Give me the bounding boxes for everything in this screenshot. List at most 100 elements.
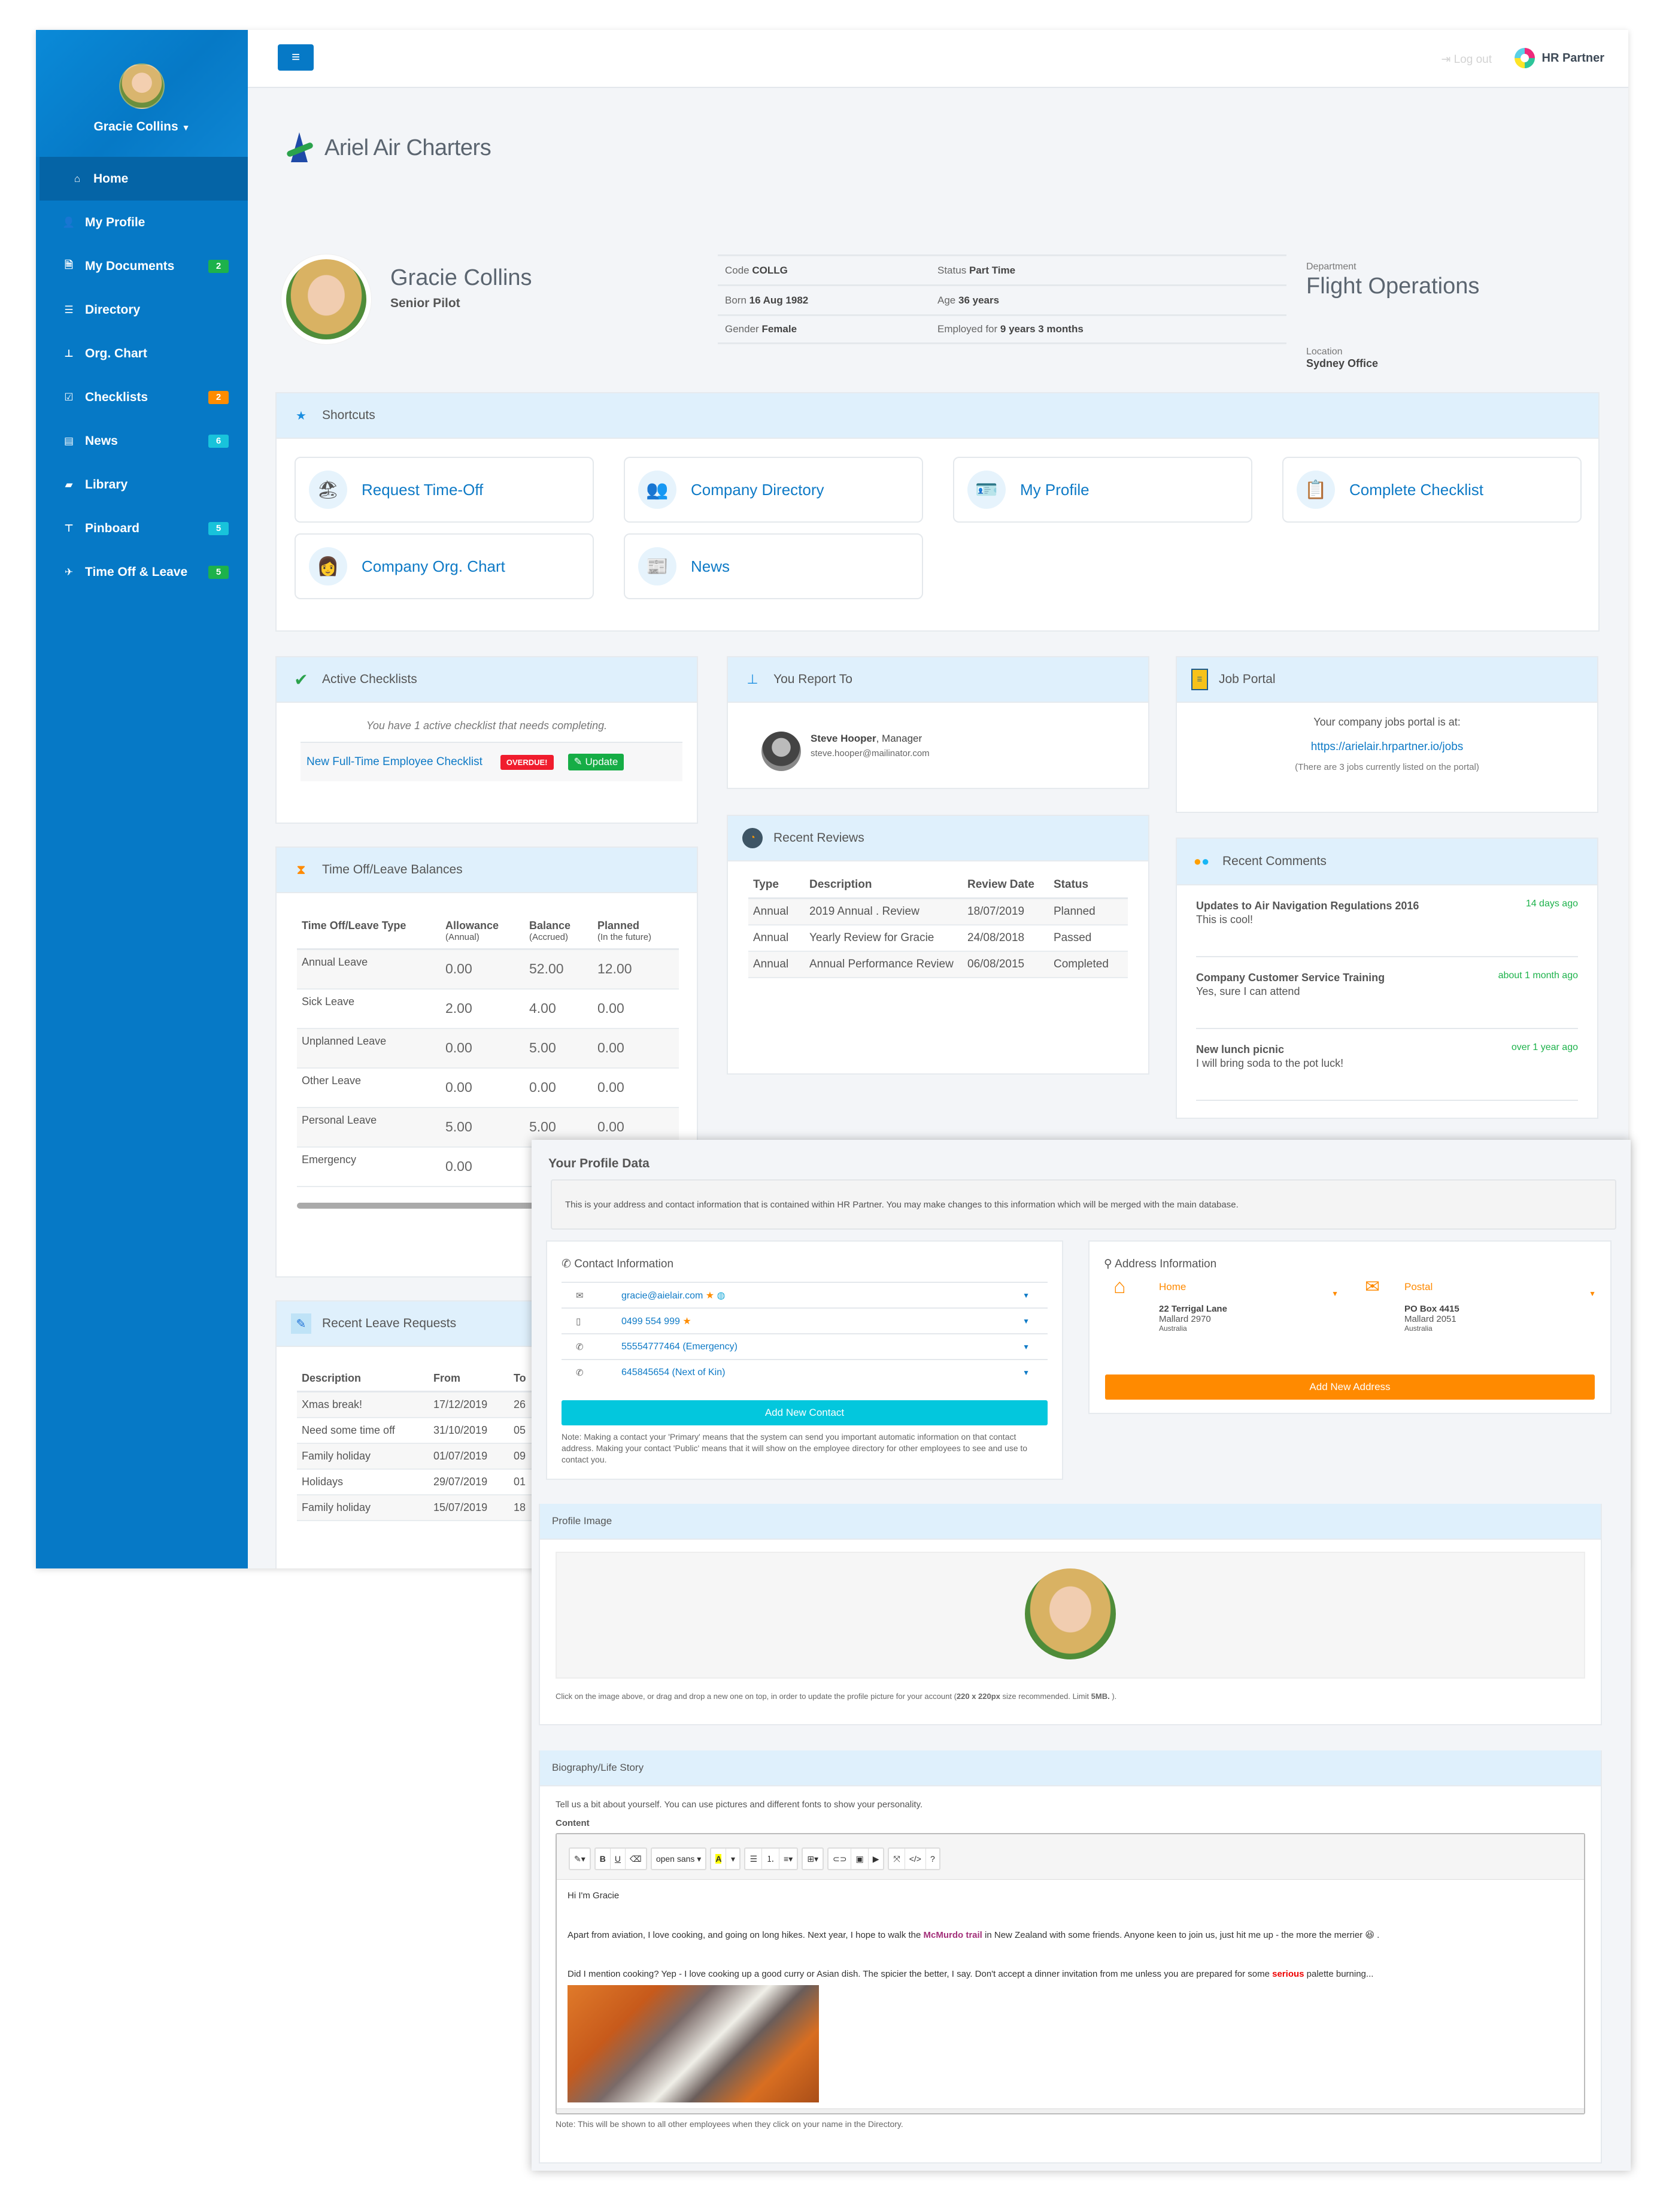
shortcuts-panel: ★ Shortcuts 🏖 Request Time-Off 👥 Company Di… (275, 392, 1600, 632)
job-portal-link[interactable]: https://arielair.hrpartner.io/jobs (1177, 741, 1597, 754)
image-drop-zone[interactable] (556, 1552, 1585, 1679)
sidebar-item-directory[interactable]: ☰ Directory (36, 288, 248, 332)
manager-name-line[interactable]: Steve Hooper, Manager (811, 733, 922, 745)
help-icon[interactable]: ? (926, 1849, 939, 1869)
sidebar-item-my-documents[interactable]: 🗎 My Documents 2 (36, 244, 248, 288)
editor-resize-handle[interactable] (557, 2108, 1584, 2113)
profile-picture[interactable] (1025, 1568, 1116, 1659)
employee-code: Code COLLG (725, 264, 788, 276)
primary-star-icon: ★ (679, 1316, 691, 1327)
sidebar-item-time-off-leave[interactable]: ✈ Time Off & Leave 5 (36, 550, 248, 594)
contact-value[interactable]: 0499 554 999 ★ (621, 1315, 1022, 1327)
shortcut-complete-checklist[interactable]: 📋 Complete Checklist (1282, 457, 1582, 523)
address-menu-caret[interactable]: ▼ (1589, 1289, 1596, 1298)
sidebar-item-news[interactable]: ▤ News 6 (36, 419, 248, 463)
address-menu-caret[interactable]: ▼ (1331, 1289, 1339, 1298)
brand-name: HR Partner (1541, 51, 1604, 65)
eraser-icon[interactable]: ⌫ (626, 1849, 646, 1869)
comment-item[interactable]: Updates to Air Navigation Regulations 20… (1196, 885, 1578, 957)
comment-text: I will bring soda to the pot luck! (1196, 1057, 1344, 1069)
biography-note: Note: This will be shown to all other em… (556, 2119, 903, 2129)
leave-planned: 12.00 (593, 949, 679, 990)
checklist-link[interactable]: New Full-Time Employee Checklist (306, 755, 482, 769)
top-bar: ≡ ⇥ Log out HR Partner (248, 30, 1628, 88)
active-checklists-panel: ✔ Active Checklists You have 1 active che… (275, 656, 698, 824)
sidebar-item-org-chart[interactable]: ⊥ Org. Chart (36, 332, 248, 375)
primary-star-icon: ★ (703, 1290, 715, 1301)
sidebar-item-home[interactable]: ⌂ Home (40, 157, 248, 201)
contact-menu-caret[interactable]: ▼ (1022, 1343, 1030, 1351)
update-checklist-button[interactable]: ✎ Update (568, 754, 624, 770)
sidebar-avatar[interactable] (119, 63, 165, 109)
logout-label: Log out (1453, 53, 1492, 66)
employee-tenure: Employed for 9 years 3 months (937, 323, 1084, 335)
add-new-contact-button[interactable]: Add New Contact (562, 1400, 1048, 1425)
leave-request-from: 15/07/2019 (429, 1495, 509, 1521)
image-icon[interactable]: ▣ (851, 1849, 869, 1869)
count-badge: 2 (208, 391, 229, 404)
panel-title: Recent Comments (1222, 854, 1327, 868)
sidebar-item-pinboard[interactable]: ⊤ Pinboard 5 (36, 506, 248, 550)
style-magic-icon[interactable]: ✎▾ (570, 1849, 590, 1869)
contact-row[interactable]: ▯ 0499 554 999 ★ ▼ (562, 1307, 1048, 1333)
envelope-icon: ✉ (1365, 1277, 1380, 1297)
leave-balance: 0.00 (524, 1067, 593, 1108)
contact-value[interactable]: 55554777464 (Emergency) (621, 1342, 1022, 1352)
employee-photo (281, 254, 371, 344)
sidebar-item-my-profile[interactable]: 👤 My Profile (36, 201, 248, 244)
sidebar-item-library[interactable]: ▰ Library (36, 463, 248, 506)
department-block: Department Flight Operations (1306, 262, 1479, 299)
table-icon[interactable]: ⊞▾ (803, 1849, 823, 1869)
shortcut-company-directory[interactable]: 👥 Company Directory (624, 457, 923, 523)
manager-email[interactable]: steve.hooper@mailinator.com (811, 748, 930, 758)
overdue-badge: OVERDUE! (500, 754, 554, 770)
contact-menu-caret[interactable]: ▼ (1022, 1317, 1030, 1325)
text-color-button[interactable]: A (711, 1849, 727, 1869)
sidebar-item-label: Pinboard (85, 521, 140, 535)
leave-request-from: 31/10/2019 (429, 1418, 509, 1444)
add-new-address-button[interactable]: Add New Address (1105, 1374, 1595, 1400)
panel-title: You Report To (773, 672, 852, 686)
notepad-pencil-icon: ✎ (291, 1313, 311, 1334)
comment-item[interactable]: Company Customer Service Training Yes, su… (1196, 957, 1578, 1029)
comment-item[interactable]: New lunch picnic I will bring soda to the… (1196, 1029, 1578, 1101)
logout-link[interactable]: ⇥ Log out (1441, 53, 1492, 66)
leave-type: Unplanned Leave (297, 1028, 441, 1069)
beach-icon: 🏖 (309, 471, 347, 509)
contact-menu-caret[interactable]: ▼ (1022, 1369, 1030, 1377)
shortcut-news[interactable]: 📰 News (624, 533, 923, 599)
numbered-list-icon[interactable]: ⒈ (762, 1849, 780, 1869)
sidebar-nav: ⌂ Home 👤 My Profile 🗎 My Documents 2 ☰ Direct… (36, 157, 248, 594)
shortcut-request-time-off[interactable]: 🏖 Request Time-Off (295, 457, 594, 523)
bold-button[interactable]: B (596, 1849, 611, 1869)
font-family-select[interactable]: open sans ▾ (652, 1849, 706, 1869)
align-dropdown-icon[interactable]: ≡▾ (779, 1849, 797, 1869)
user-menu[interactable]: Gracie Collins ▼ (36, 120, 248, 134)
contact-row[interactable]: ✆ 55554777464 (Emergency) ▼ (562, 1333, 1048, 1359)
leave-balance: 4.00 (524, 988, 593, 1029)
leave-request-description: Need some time off (297, 1418, 429, 1444)
link-icon[interactable]: ⊂⊃ (829, 1849, 852, 1869)
contact-value[interactable]: 645845654 (Next of Kin) (621, 1367, 1022, 1378)
newspaper-icon: ▤ (63, 435, 74, 447)
code-view-icon[interactable]: </> (905, 1849, 926, 1869)
contact-value[interactable]: gracie@aielair.com ★ ◍ (621, 1289, 1022, 1301)
color-dropdown-caret[interactable]: ▾ (726, 1849, 739, 1869)
bullet-list-icon[interactable]: ☰ (745, 1849, 763, 1869)
leave-request-description: Holidays (297, 1469, 429, 1495)
contact-row[interactable]: ✉ gracie@aielair.com ★ ◍ ▼ (562, 1282, 1048, 1307)
contact-menu-caret[interactable]: ▼ (1022, 1291, 1030, 1300)
employee-gender: Gender Female (725, 323, 797, 335)
review-row: Annual 2019 Annual . Review 18/07/2019 Plan… (748, 898, 1128, 926)
editor-content[interactable]: Hi I'm Gracie Apart from aviation, I lov… (557, 1880, 1584, 2113)
sidebar-item-label: My Profile (85, 215, 145, 229)
contact-note: Note: Making a contact your 'Primary' me… (562, 1432, 1028, 1464)
contact-row[interactable]: ✆ 645845654 (Next of Kin) ▼ (562, 1359, 1048, 1385)
underline-button[interactable]: U (611, 1849, 626, 1869)
menu-toggle-button[interactable]: ≡ (278, 44, 314, 71)
shortcut-company-org-chart[interactable]: 👩 Company Org. Chart (295, 533, 594, 599)
shortcut-my-profile[interactable]: 🪪 My Profile (953, 457, 1252, 523)
sidebar-item-checklists[interactable]: ☑ Checklists 2 (36, 375, 248, 419)
fullscreen-icon[interactable]: ⤧ (889, 1849, 905, 1869)
video-icon[interactable]: ▶ (869, 1849, 884, 1869)
